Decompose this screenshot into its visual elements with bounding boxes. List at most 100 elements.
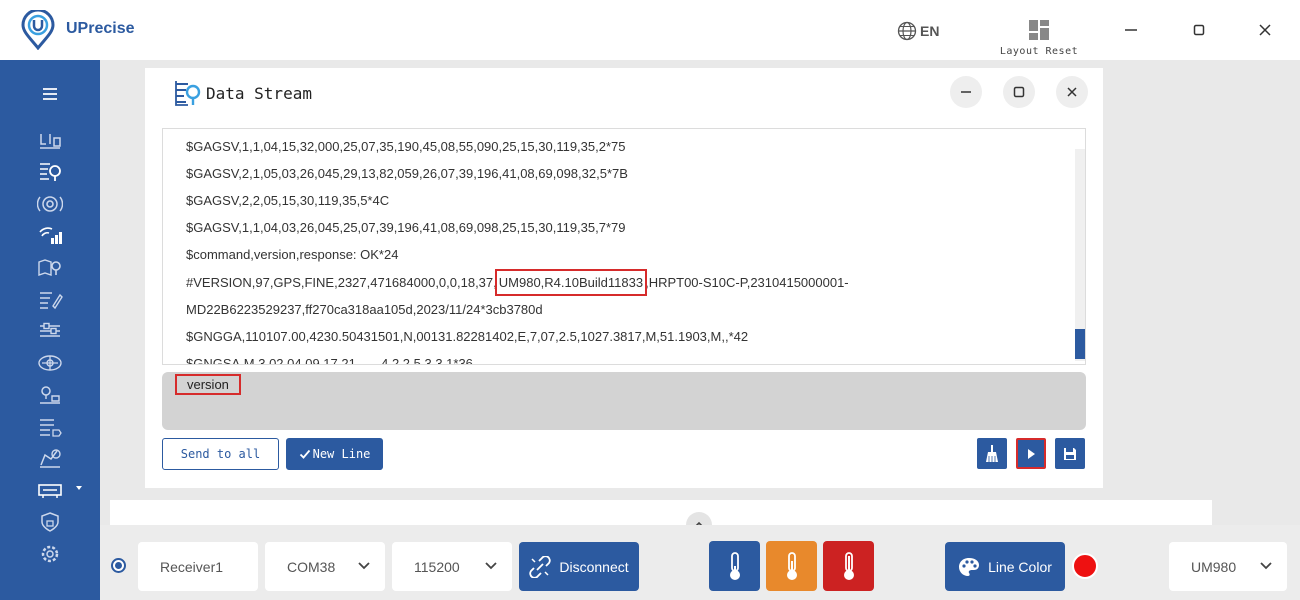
- command-text: version: [175, 374, 241, 395]
- receiver-field[interactable]: Receiver1: [138, 542, 258, 591]
- firmware-list-icon: [40, 419, 62, 437]
- lower-panel-strip: [110, 500, 1212, 525]
- minimize-icon: [961, 91, 971, 93]
- satellite-icon: [38, 355, 62, 371]
- device-icon: [38, 484, 62, 498]
- sidebar-item-device[interactable]: [36, 479, 64, 501]
- save-button[interactable]: [1055, 438, 1085, 469]
- sidebar-item-signal[interactable]: [36, 193, 64, 215]
- panel-minimize-button[interactable]: [950, 76, 982, 108]
- warm-start-button[interactable]: [766, 541, 817, 591]
- upresise-logo-icon: [21, 10, 55, 50]
- layout-reset-label: Layout Reset: [999, 46, 1079, 57]
- sidebar-item-rtk[interactable]: [36, 225, 64, 247]
- sidebar-item-base-station[interactable]: [36, 384, 64, 406]
- close-icon: [1067, 87, 1077, 97]
- line-color-button[interactable]: Line Color: [945, 542, 1065, 591]
- app-brand: UPrecise: [66, 20, 135, 37]
- receiver-radio[interactable]: [111, 558, 126, 573]
- port-select[interactable]: COM38: [265, 542, 385, 591]
- model-value: UM980: [1191, 558, 1237, 575]
- hot-start-button[interactable]: [823, 541, 874, 591]
- stream-scrollbar-thumb[interactable]: [1075, 329, 1085, 359]
- clear-button[interactable]: [977, 438, 1007, 469]
- version-prefix: #VERSION,97,GPS,FINE,2327,471684000,0,0,…: [186, 275, 497, 290]
- language-selector[interactable]: EN: [897, 21, 939, 41]
- check-icon: [299, 449, 310, 459]
- stream-line: $command,version,response: OK*24: [186, 247, 399, 262]
- sidebar-item-map[interactable]: [36, 257, 64, 279]
- minimize-icon: [1125, 29, 1137, 31]
- chevron-down-icon: [485, 562, 497, 570]
- hamburger-icon: [43, 88, 57, 100]
- chevron-down-icon: [76, 486, 82, 490]
- palette-icon: [959, 557, 980, 576]
- sidebar-item-settings[interactable]: [36, 543, 64, 565]
- maximize-icon: [1013, 86, 1025, 98]
- sidebar-item-satellite[interactable]: [36, 352, 64, 374]
- cold-start-button[interactable]: [709, 541, 760, 591]
- thermometer-mid-icon: [786, 552, 797, 580]
- stream-line: $GAGSV,2,1,05,03,26,045,29,13,82,059,26,…: [186, 166, 628, 181]
- stream-line: $GAGSV,1,1,04,15,32,000,25,07,35,190,45,…: [186, 139, 626, 154]
- sidebar: [0, 60, 100, 600]
- send-to-all-button[interactable]: Send to all: [162, 438, 279, 470]
- antenna-bars-icon: [39, 227, 62, 244]
- maximize-button[interactable]: [1189, 20, 1209, 40]
- save-icon: [1064, 447, 1076, 460]
- stream-line: $GAGSV,2,2,05,15,30,119,35,5*4C: [186, 193, 390, 208]
- version-response-line: #VERSION,97,GPS,FINE,2327,471684000,0,0,…: [186, 269, 849, 296]
- data-stream-icon: [175, 81, 201, 106]
- sidebar-item-log[interactable]: [36, 289, 64, 311]
- stream-line: $GNGSA,M,3,02,04,09,17,21,,,,,,,4.2,2.5,…: [186, 356, 473, 365]
- chevron-down-icon: [1260, 562, 1272, 570]
- sidebar-item-security[interactable]: [36, 511, 64, 533]
- model-select[interactable]: UM980: [1169, 542, 1287, 591]
- sidebar-menu-toggle[interactable]: [36, 83, 64, 105]
- globe-icon: [897, 21, 917, 41]
- sidebar-item-firmware[interactable]: [36, 416, 64, 438]
- sidebar-item-receiver[interactable]: [36, 130, 64, 152]
- title-bar: UPrecise EN Layout Reset: [0, 0, 1300, 60]
- maximize-icon: [1193, 24, 1205, 36]
- line-color-label: Line Color: [988, 558, 1052, 575]
- disconnect-label: Disconnect: [559, 558, 629, 575]
- survey-icon: [40, 449, 61, 468]
- receiver-icon: [40, 134, 61, 149]
- layout-reset-button[interactable]: Layout Reset: [996, 20, 1082, 57]
- layout-grid-icon: [1029, 20, 1049, 40]
- map-pin-icon: [38, 259, 61, 276]
- play-icon: [1028, 448, 1035, 459]
- gear-icon: [41, 545, 59, 563]
- sidebar-item-data-stream[interactable]: [36, 161, 64, 183]
- edit-list-icon: [40, 292, 63, 310]
- send-button[interactable]: [1016, 438, 1046, 469]
- minimize-button[interactable]: [1121, 20, 1141, 40]
- close-button[interactable]: [1255, 20, 1275, 40]
- disconnect-button[interactable]: Disconnect: [519, 542, 639, 591]
- settings-sliders-icon: [40, 322, 60, 337]
- panel-title: Data Stream: [206, 84, 312, 103]
- baud-value: 115200: [414, 558, 460, 575]
- new-line-button[interactable]: New Line: [286, 438, 383, 470]
- unlink-icon: [529, 555, 552, 578]
- panel-maximize-button[interactable]: [1003, 76, 1035, 108]
- thermometer-high-icon: [843, 552, 854, 580]
- receiver-name: Receiver1: [160, 558, 224, 575]
- new-line-label: New Line: [312, 447, 371, 461]
- sidebar-item-config[interactable]: [36, 320, 64, 342]
- signal-rings-icon: [37, 196, 63, 212]
- command-input[interactable]: [162, 372, 1086, 430]
- close-icon: [1259, 24, 1271, 36]
- panel-close-button[interactable]: [1056, 76, 1088, 108]
- version-highlight: UM980,R4.10Build11833: [494, 269, 648, 296]
- stream-line: MD22B6223529237,ff270ca318aa105d,2023/11…: [186, 302, 543, 317]
- data-stream-output[interactable]: $GAGSV,1,1,04,15,32,000,25,07,35,190,45,…: [162, 128, 1086, 365]
- port-value: COM38: [287, 558, 336, 575]
- language-label: EN: [920, 23, 940, 39]
- sidebar-item-survey[interactable]: [36, 447, 64, 469]
- line-color-swatch[interactable]: [1072, 553, 1098, 579]
- thermometer-low-icon: [729, 552, 740, 580]
- base-station-icon: [40, 386, 60, 404]
- baud-select[interactable]: 115200: [392, 542, 512, 591]
